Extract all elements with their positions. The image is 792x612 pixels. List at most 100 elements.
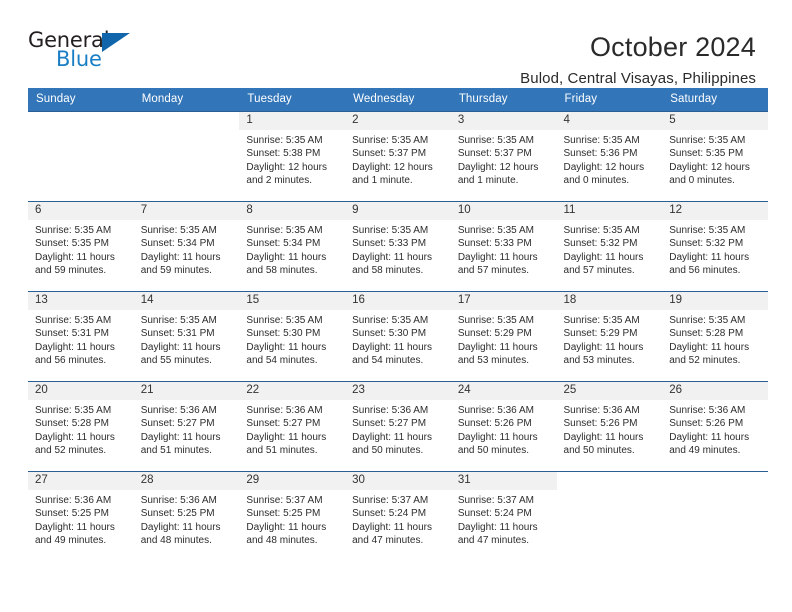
calendar-day-cell[interactable]: 31 Sunrise: 5:37 AM Sunset: 5:24 PM Dayligh… bbox=[450, 471, 557, 562]
calendar-day-cell[interactable]: 18 Sunrise: 5:35 AM Sunset: 5:29 PM Dayligh… bbox=[556, 291, 663, 382]
sunset-text: Sunset: 5:34 PM bbox=[140, 238, 215, 250]
day-number: 2 bbox=[345, 112, 451, 130]
day-cell-inner: 5 Sunrise: 5:35 AM Sunset: 5:35 PM Daylight… bbox=[662, 112, 768, 201]
day-cell-inner: 15 Sunrise: 5:35 AM Sunset: 5:30 PM Dayligh… bbox=[239, 292, 346, 381]
calendar-day-cell[interactable]: 25 Sunrise: 5:36 AM Sunset: 5:26 PM Dayligh… bbox=[556, 381, 663, 472]
sunrise-text: Sunrise: 5:36 AM bbox=[140, 495, 217, 506]
calendar-day-cell[interactable]: 9 Sunrise: 5:35 AM Sunset: 5:33 PM Daylight… bbox=[345, 201, 451, 292]
calendar-day-cell[interactable]: 2 Sunrise: 5:35 AM Sunset: 5:37 PM Daylight… bbox=[345, 111, 451, 202]
calendar-day-cell[interactable]: 22 Sunrise: 5:36 AM Sunset: 5:27 PM Dayligh… bbox=[239, 381, 346, 472]
day-number: 12 bbox=[662, 202, 768, 220]
calendar-day-cell[interactable]: 21 Sunrise: 5:36 AM Sunset: 5:27 PM Dayligh… bbox=[133, 381, 240, 472]
daylight-text: Daylight: 12 hours and 0 minutes. bbox=[669, 161, 750, 186]
sunset-text: Sunset: 5:29 PM bbox=[457, 328, 532, 340]
weekday-header-wednesday: Wednesday bbox=[345, 88, 451, 112]
day-details: Sunrise: 5:35 AM Sunset: 5:29 PM Daylight:… bbox=[557, 310, 663, 367]
day-number: 11 bbox=[556, 202, 663, 220]
sunrise-text: Sunrise: 5:37 AM bbox=[246, 495, 323, 506]
calendar-day-cell[interactable]: 19 Sunrise: 5:35 AM Sunset: 5:28 PM Dayligh… bbox=[662, 291, 768, 382]
calendar-day-cell[interactable]: 8 Sunrise: 5:35 AM Sunset: 5:34 PM Daylight… bbox=[239, 201, 346, 292]
day-details: Sunrise: 5:35 AM Sunset: 5:32 PM Daylight:… bbox=[662, 220, 768, 277]
sunrise-text: Sunrise: 5:36 AM bbox=[563, 405, 640, 416]
day-details: Sunrise: 5:35 AM Sunset: 5:36 PM Daylight:… bbox=[557, 130, 663, 187]
day-cell-inner: 18 Sunrise: 5:35 AM Sunset: 5:29 PM Dayligh… bbox=[556, 292, 663, 381]
calendar-day-cell[interactable]: 5 Sunrise: 5:35 AM Sunset: 5:35 PM Daylight… bbox=[662, 111, 768, 202]
calendar-day-cell[interactable]: 17 Sunrise: 5:35 AM Sunset: 5:29 PM Dayligh… bbox=[450, 291, 557, 382]
calendar-day-cell[interactable]: 3 Sunrise: 5:35 AM Sunset: 5:37 PM Daylight… bbox=[450, 111, 557, 202]
sunset-text: Sunset: 5:27 PM bbox=[246, 418, 321, 430]
sunset-text: Sunset: 5:28 PM bbox=[35, 418, 109, 430]
brand-logo[interactable]: General Blue bbox=[28, 28, 138, 74]
day-details: Sunrise: 5:36 AM Sunset: 5:25 PM Daylight:… bbox=[134, 490, 240, 547]
calendar-day-cell[interactable]: 20 Sunrise: 5:35 AM Sunset: 5:28 PM Dayligh… bbox=[28, 381, 134, 472]
day-cell-inner: 31 Sunrise: 5:37 AM Sunset: 5:24 PM Dayligh… bbox=[450, 472, 557, 562]
sunset-text: Sunset: 5:34 PM bbox=[246, 238, 321, 250]
calendar-day-cell[interactable]: 15 Sunrise: 5:35 AM Sunset: 5:30 PM Dayligh… bbox=[239, 291, 346, 382]
day-details: Sunrise: 5:36 AM Sunset: 5:27 PM Daylight:… bbox=[239, 400, 345, 457]
sunrise-text: Sunrise: 5:36 AM bbox=[669, 405, 746, 416]
day-number: 24 bbox=[450, 382, 557, 400]
calendar-day-cell[interactable]: 26 Sunrise: 5:36 AM Sunset: 5:26 PM Dayligh… bbox=[662, 381, 768, 472]
calendar-day-cell[interactable]: 14 Sunrise: 5:35 AM Sunset: 5:31 PM Dayligh… bbox=[133, 291, 240, 382]
calendar-day-cell[interactable]: 1 Sunrise: 5:35 AM Sunset: 5:38 PM Daylight… bbox=[239, 111, 346, 202]
daylight-text: Daylight: 11 hours and 48 minutes. bbox=[140, 521, 221, 546]
day-cell-inner: 21 Sunrise: 5:36 AM Sunset: 5:27 PM Dayligh… bbox=[133, 382, 240, 471]
day-cell-inner: 30 Sunrise: 5:37 AM Sunset: 5:24 PM Dayligh… bbox=[345, 472, 451, 562]
day-cell-inner: 17 Sunrise: 5:35 AM Sunset: 5:29 PM Dayligh… bbox=[450, 292, 557, 381]
calendar-day-cell[interactable]: 11 Sunrise: 5:35 AM Sunset: 5:32 PM Dayligh… bbox=[556, 201, 663, 292]
sunset-text: Sunset: 5:29 PM bbox=[563, 328, 638, 340]
sunset-text: Sunset: 5:37 PM bbox=[352, 148, 427, 160]
daylight-text: Daylight: 11 hours and 54 minutes. bbox=[246, 341, 327, 366]
calendar-day-cell[interactable]: 12 Sunrise: 5:35 AM Sunset: 5:32 PM Dayligh… bbox=[662, 201, 768, 292]
day-cell-inner bbox=[28, 112, 134, 201]
calendar-day-cell[interactable]: 13 Sunrise: 5:35 AM Sunset: 5:31 PM Dayligh… bbox=[28, 291, 134, 382]
day-details: Sunrise: 5:35 AM Sunset: 5:31 PM Daylight:… bbox=[134, 310, 240, 367]
sunrise-text: Sunrise: 5:35 AM bbox=[669, 315, 746, 326]
calendar-day-cell[interactable]: 6 Sunrise: 5:35 AM Sunset: 5:35 PM Daylight… bbox=[28, 201, 134, 292]
calendar-day-cell[interactable]: 16 Sunrise: 5:35 AM Sunset: 5:30 PM Dayligh… bbox=[345, 291, 451, 382]
sunset-text: Sunset: 5:37 PM bbox=[457, 148, 532, 160]
calendar-day-cell[interactable]: 29 Sunrise: 5:37 AM Sunset: 5:25 PM Dayligh… bbox=[239, 471, 346, 562]
calendar-week-row: 6 Sunrise: 5:35 AM Sunset: 5:35 PM Daylight… bbox=[28, 201, 768, 292]
sunrise-text: Sunrise: 5:35 AM bbox=[563, 315, 640, 326]
day-details: Sunrise: 5:35 AM Sunset: 5:30 PM Daylight:… bbox=[239, 310, 345, 367]
day-details: Sunrise: 5:37 AM Sunset: 5:24 PM Daylight:… bbox=[451, 490, 557, 547]
day-cell-inner: 12 Sunrise: 5:35 AM Sunset: 5:32 PM Dayligh… bbox=[662, 202, 768, 291]
day-details: Sunrise: 5:35 AM Sunset: 5:33 PM Daylight:… bbox=[451, 220, 557, 277]
calendar-day-cell[interactable]: 23 Sunrise: 5:36 AM Sunset: 5:27 PM Dayligh… bbox=[345, 381, 451, 472]
daylight-text: Daylight: 11 hours and 47 minutes. bbox=[457, 521, 538, 546]
day-number bbox=[28, 112, 134, 130]
day-cell-inner: 10 Sunrise: 5:35 AM Sunset: 5:33 PM Dayligh… bbox=[450, 202, 557, 291]
calendar-body: 1 Sunrise: 5:35 AM Sunset: 5:38 PM Daylight… bbox=[28, 111, 768, 562]
day-cell-inner: 4 Sunrise: 5:35 AM Sunset: 5:36 PM Daylight… bbox=[556, 112, 663, 201]
calendar-day-cell[interactable]: 10 Sunrise: 5:35 AM Sunset: 5:33 PM Dayligh… bbox=[450, 201, 557, 292]
calendar-grid: Sunday Monday Tuesday Wednesday Thursday… bbox=[28, 88, 768, 562]
day-cell-inner: 3 Sunrise: 5:35 AM Sunset: 5:37 PM Daylight… bbox=[450, 112, 557, 201]
calendar-day-cell[interactable]: 4 Sunrise: 5:35 AM Sunset: 5:36 PM Daylight… bbox=[556, 111, 663, 202]
day-details: Sunrise: 5:35 AM Sunset: 5:37 PM Daylight:… bbox=[345, 130, 451, 187]
day-details: Sunrise: 5:36 AM Sunset: 5:26 PM Daylight:… bbox=[451, 400, 557, 457]
calendar-table: Sunday Monday Tuesday Wednesday Thursday… bbox=[28, 88, 768, 562]
sunset-text: Sunset: 5:35 PM bbox=[35, 238, 109, 250]
day-number: 20 bbox=[28, 382, 134, 400]
day-number: 17 bbox=[450, 292, 557, 310]
day-number: 14 bbox=[133, 292, 240, 310]
day-details: Sunrise: 5:35 AM Sunset: 5:37 PM Daylight:… bbox=[451, 130, 557, 187]
calendar-day-cell[interactable]: 24 Sunrise: 5:36 AM Sunset: 5:26 PM Dayligh… bbox=[450, 381, 557, 472]
sunrise-text: Sunrise: 5:36 AM bbox=[457, 405, 534, 416]
daylight-text: Daylight: 11 hours and 53 minutes. bbox=[563, 341, 644, 366]
day-cell-inner: 24 Sunrise: 5:36 AM Sunset: 5:26 PM Dayligh… bbox=[450, 382, 557, 471]
weekday-header-friday: Friday bbox=[556, 88, 663, 112]
day-details: Sunrise: 5:36 AM Sunset: 5:27 PM Daylight:… bbox=[134, 400, 240, 457]
sunset-text: Sunset: 5:31 PM bbox=[140, 328, 215, 340]
weekday-header-tuesday: Tuesday bbox=[239, 88, 346, 112]
calendar-day-cell[interactable]: 7 Sunrise: 5:35 AM Sunset: 5:34 PM Daylight… bbox=[133, 201, 240, 292]
daylight-text: Daylight: 11 hours and 47 minutes. bbox=[352, 521, 432, 546]
calendar-day-cell[interactable]: 27 Sunrise: 5:36 AM Sunset: 5:25 PM Dayligh… bbox=[28, 471, 134, 562]
calendar-day-cell[interactable]: 30 Sunrise: 5:37 AM Sunset: 5:24 PM Dayligh… bbox=[345, 471, 451, 562]
calendar-day-cell[interactable]: 28 Sunrise: 5:36 AM Sunset: 5:25 PM Dayligh… bbox=[133, 471, 240, 562]
sunrise-text: Sunrise: 5:35 AM bbox=[140, 225, 217, 236]
sunrise-text: Sunrise: 5:35 AM bbox=[35, 315, 112, 326]
day-details: Sunrise: 5:35 AM Sunset: 5:34 PM Daylight:… bbox=[134, 220, 240, 277]
weekday-header-saturday: Saturday bbox=[662, 88, 768, 112]
